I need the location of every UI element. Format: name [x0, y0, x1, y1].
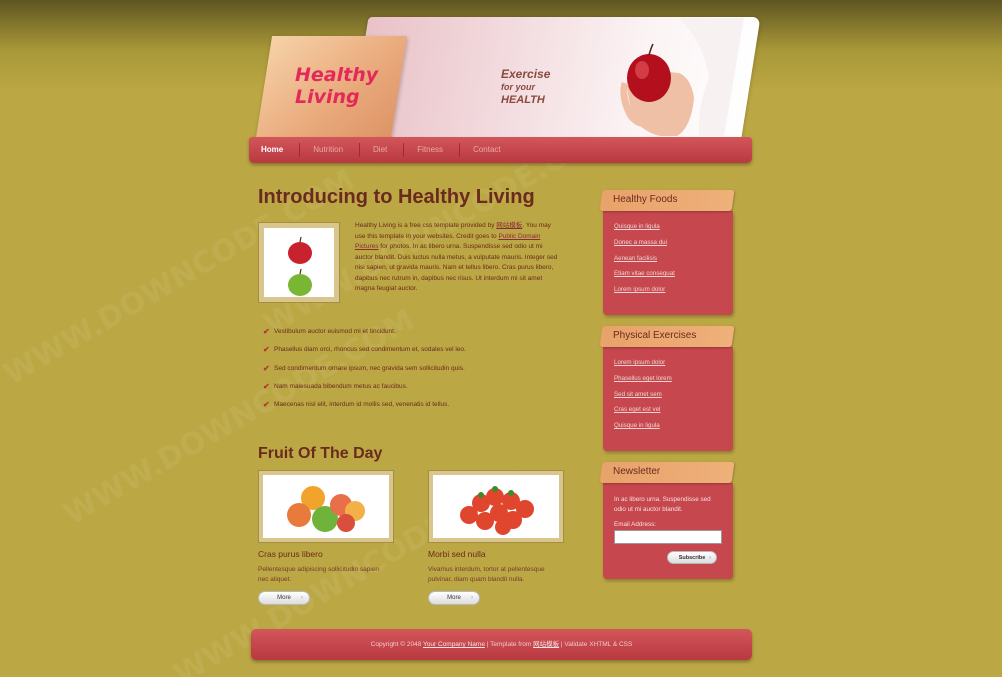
sidebar-link[interactable]: Phasellus eget lorem — [614, 375, 721, 391]
sidebar-link[interactable]: Lorem ipsum dolor — [614, 359, 721, 375]
nav-item-home[interactable]: Home — [261, 143, 301, 157]
company-link[interactable]: Your Company Name — [423, 641, 485, 648]
fruit-card: Morbi sed nulla Vivamus interdum, tortor… — [428, 470, 564, 605]
sidebar-link[interactable]: Aenean facilisis — [614, 255, 721, 271]
fruit-name: Cras purus libero — [258, 549, 323, 559]
header-tagline: Exercise for your HEALTH — [501, 67, 551, 107]
sidebar-physical-exercises: Physical Exercises Lorem ipsum dolor Pha… — [599, 326, 735, 451]
sidebar-link[interactable]: Quisque in ligula — [614, 422, 721, 438]
sidebar-panel: Quisque in ligula Donec a massa dui Aene… — [603, 211, 733, 315]
checkmark-icon: ✔ — [263, 327, 270, 336]
more-button[interactable]: More › — [258, 591, 310, 605]
nav-item-diet[interactable]: Diet — [373, 143, 405, 157]
checkmark-icon: ✔ — [263, 345, 270, 355]
fruit-of-day-heading: Fruit Of The Day — [258, 445, 383, 462]
more-button[interactable]: More › — [428, 591, 480, 605]
sidebar-heading: Physical Exercises — [613, 330, 697, 341]
email-field[interactable] — [614, 530, 722, 544]
list-item: ✔ Maecenas nisl elit, interdum id mollis … — [263, 400, 450, 410]
fruit-description: Vivamus interdum, tortor at pellentesque… — [428, 566, 545, 583]
fruit-image-strawberries — [428, 470, 564, 543]
sidebar-link[interactable]: Cras eget est vel — [614, 406, 721, 422]
intro-paragraph: Healthy Living is a free css template pr… — [355, 222, 558, 292]
list-item: ✔ Vestibulum auctor euismod mi et tincidu… — [263, 327, 396, 336]
intro-apples-image — [258, 222, 340, 303]
fruit-image-mixed — [258, 470, 394, 543]
arrow-icon: › — [709, 554, 711, 561]
apples-icon — [288, 236, 312, 296]
template-source-link[interactable]: 网站模板 — [533, 641, 559, 648]
sidebar-link[interactable]: Etiam vitae consequat — [614, 270, 721, 286]
sidebar-link[interactable]: Lorem ipsum dolor — [614, 286, 721, 302]
nav-item-fitness[interactable]: Fitness — [417, 143, 461, 157]
page-container: Healthy Living Exercise for your HEALTH … — [249, 0, 761, 677]
nav-item-nutrition[interactable]: Nutrition — [313, 143, 361, 157]
sidebar-healthy-foods: Healthy Foods Quisque in ligula Donec a … — [599, 190, 735, 315]
sidebar-link[interactable]: Sed sit amet sem — [614, 391, 721, 407]
template-link[interactable]: 网站模板 — [496, 222, 522, 229]
arrow-icon: › — [471, 595, 473, 601]
list-item: ✔ Phasellus diam orci, rhoncus sed condim… — [263, 345, 466, 355]
apple-hand-image — [620, 18, 744, 136]
newsletter-panel: In ac libero urna. Suspendisse sed odio … — [603, 483, 733, 579]
sidebar-heading: Newsletter — [613, 466, 661, 477]
footer: Copyright © 2048 Your Company Name | Tem… — [251, 629, 752, 660]
checkmark-icon: ✔ — [263, 400, 270, 410]
list-item: ✔ Sed condimentum ornare ipsum, nec gravi… — [263, 363, 465, 373]
site-logo[interactable]: Healthy Living — [295, 64, 405, 108]
sidebar-newsletter: Newsletter In ac libero urna. Suspendiss… — [599, 462, 735, 579]
fruit-name: Morbi sed nulla — [428, 549, 486, 559]
email-label: Email Address: — [614, 521, 656, 528]
newsletter-text: In ac libero urna. Suspendisse sed odio … — [614, 496, 711, 513]
sidebar-link[interactable]: Quisque in ligula — [614, 223, 721, 239]
fruit-card: Cras purus libero Pellentesque adipiscin… — [258, 470, 394, 605]
checkmark-icon: ✔ — [263, 381, 270, 391]
nav-item-contact[interactable]: Contact — [473, 143, 517, 157]
subscribe-button[interactable]: Subscribe › — [667, 551, 717, 564]
arrow-icon: › — [301, 595, 303, 601]
feature-checklist: ✔ Vestibulum auctor euismod mi et tincidu… — [263, 327, 563, 418]
checkmark-icon: ✔ — [263, 363, 270, 373]
sidebar-link[interactable]: Donec a massa dui — [614, 239, 721, 255]
main-nav: Home Nutrition Diet Fitness Contact — [249, 137, 752, 163]
page-title: Introducing to Healthy Living — [258, 186, 535, 208]
sidebar-panel: Lorem ipsum dolor Phasellus eget lorem S… — [603, 347, 733, 451]
sidebar-heading: Healthy Foods — [613, 194, 678, 205]
list-item: ✔ Nam malesuada bibendum metus ac faucibu… — [263, 381, 408, 391]
fruit-description: Pellentesque adipiscing sollicitudin sap… — [258, 566, 380, 583]
